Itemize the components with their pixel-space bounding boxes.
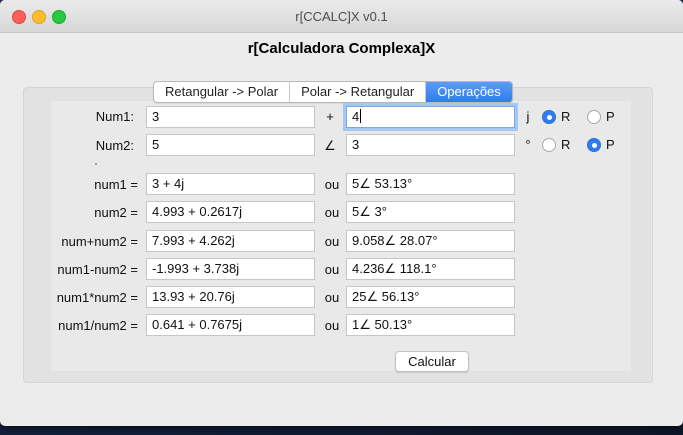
num2-polar-radio[interactable] [587,138,601,152]
num2-angle-symbol: ∠ [324,138,336,153]
num2-rect-radio[interactable] [542,138,556,152]
or-label: ou [324,262,340,277]
tab-bar: Retangular -> Polar Polar -> Retangular … [153,81,513,103]
result-label: num1-num2 = [57,262,138,277]
num1-polar-radio-label: P [606,109,615,124]
title-bar: r[CCALC]X v0.1 [0,0,683,33]
result-label: num2 = [94,205,138,220]
tab-operations[interactable]: Operações [426,82,512,102]
num1-rect-radio[interactable] [542,110,556,124]
or-label: ou [324,205,340,220]
separator-dot [95,163,97,165]
num2-polar-radio-label: P [606,137,615,152]
text-caret [360,109,362,123]
num2-unit: ° [525,137,531,152]
result-rect-field: 7.993 + 4.262j [146,230,315,252]
result-label: num+num2 = [61,234,138,249]
tab-rect-to-polar[interactable]: Retangular -> Polar [154,82,291,102]
tab-polar-to-rect[interactable]: Polar -> Retangular [290,82,427,102]
num1-imag-input[interactable]: 4 [346,106,515,128]
result-polar-field: 5∠ 3° [346,201,515,223]
num1-rect-radio-label: R [561,109,571,124]
result-rect-field: 3 + 4j [146,173,315,195]
or-label: ou [324,177,340,192]
result-label: num1/num2 = [58,318,138,333]
num1-label: Num1: [95,109,134,124]
num1-polar-radio[interactable] [587,110,601,124]
result-rect-field: -1.993 + 3.738j [146,258,315,280]
result-polar-field: 5∠ 53.13° [346,173,515,195]
result-rect-field: 4.993 + 0.2617j [146,201,315,223]
or-label: ou [324,290,340,305]
result-polar-field: 1∠ 50.13° [346,314,515,336]
result-polar-field: 9.058∠ 28.07° [346,230,515,252]
num1-real-input[interactable]: 3 [146,106,315,128]
num1-unit: j [526,109,530,124]
calculate-button[interactable]: Calcular [395,351,469,372]
num1-operator: + [326,109,334,124]
app-heading: r[Calculadora Complexa]X [247,40,436,57]
num2-rect-radio-label: R [561,137,571,152]
result-label: num1*num2 = [56,290,138,305]
result-rect-field: 0.641 + 0.7675j [146,314,315,336]
num2-angle-input[interactable]: 3 [346,134,515,156]
or-label: ou [324,318,340,333]
result-polar-field: 25∠ 56.13° [346,286,515,308]
num2-magnitude-input[interactable]: 5 [146,134,315,156]
result-label: num1 = [94,177,138,192]
result-rect-field: 13.93 + 20.76j [146,286,315,308]
or-label: ou [324,234,340,249]
app-window: r[CCALC]X v0.1 r[Calculadora Complexa]X … [0,0,683,426]
window-title: r[CCALC]X v0.1 [295,9,388,24]
num2-label: Num2: [95,138,134,153]
result-polar-field: 4.236∠ 118.1° [346,258,515,280]
num1-imag-value: 4 [352,109,360,124]
